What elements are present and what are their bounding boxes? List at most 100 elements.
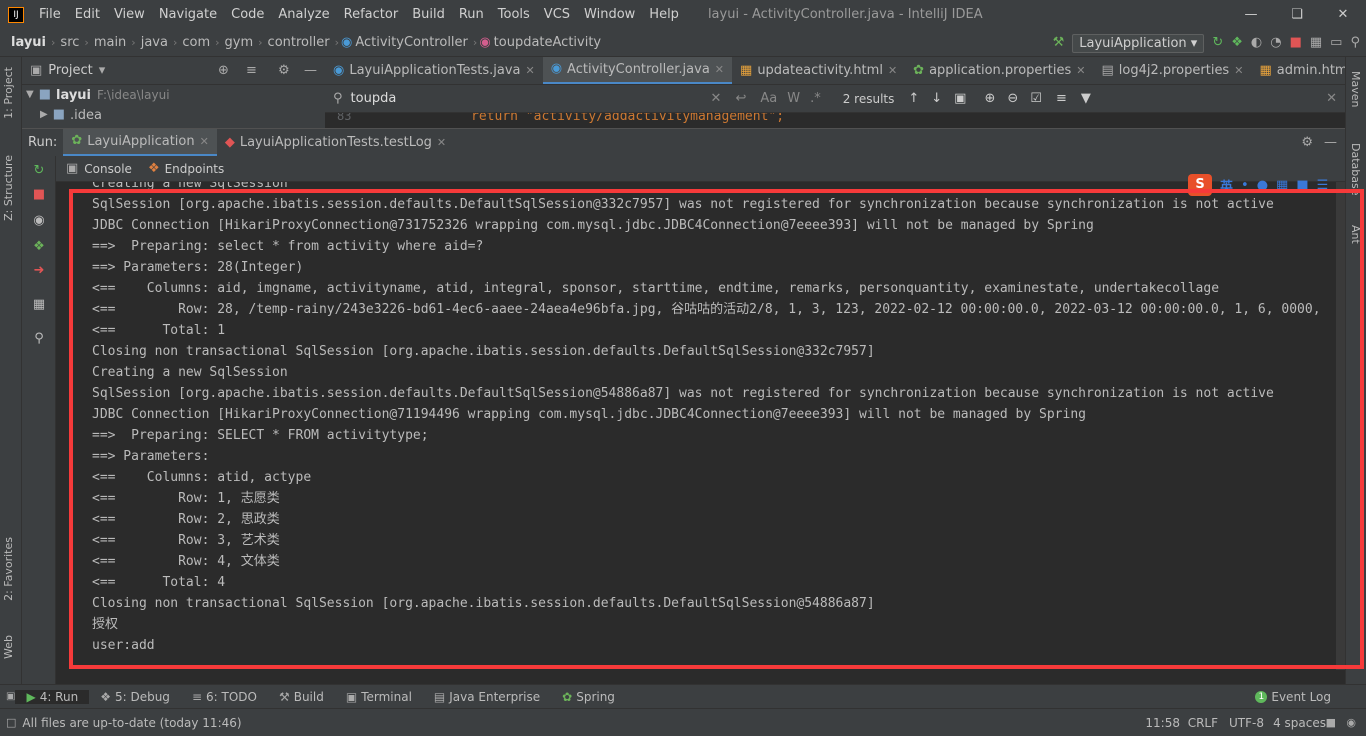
gear-icon[interactable]: ⚙ xyxy=(1301,135,1313,151)
toolwin-spring[interactable]: ✿ Spring xyxy=(551,690,626,704)
editor-tab-tests[interactable]: ◉ LayuiApplicationTests.java ✕ xyxy=(325,57,543,84)
coverage-icon[interactable]: ◐ xyxy=(1251,35,1262,51)
close-icon[interactable]: ✕ xyxy=(1234,64,1243,77)
layout-icon[interactable]: ▦ xyxy=(30,296,48,314)
expand-right-icon[interactable]: ▶ xyxy=(40,107,48,123)
console-horizontal-scrollbar[interactable] xyxy=(56,670,1345,684)
menu-window[interactable]: Window xyxy=(577,7,642,22)
ime-keyboard-icon[interactable]: ▦ xyxy=(1276,178,1288,193)
subtab-endpoints[interactable]: Endpoints xyxy=(165,162,225,176)
menu-run[interactable]: Run xyxy=(452,7,491,22)
stop-icon[interactable]: ■ xyxy=(1290,35,1302,51)
layout-icon[interactable]: ▣ xyxy=(6,689,15,705)
hide-panel-icon[interactable]: — xyxy=(304,63,317,79)
menu-file[interactable]: File xyxy=(32,7,68,22)
menu-analyze[interactable]: Analyze xyxy=(271,7,336,22)
cursor-position[interactable]: 11:58 xyxy=(1139,716,1186,730)
menu-tools[interactable]: Tools xyxy=(491,7,537,22)
minimize-icon[interactable]: — xyxy=(1228,0,1274,29)
indent-setting[interactable]: 4 spaces xyxy=(1267,716,1332,730)
gear-icon[interactable]: ⚙ xyxy=(278,63,290,79)
close-icon[interactable]: ✕ xyxy=(200,135,209,148)
toolwin-run[interactable]: ▶ 4: Run xyxy=(15,689,90,704)
line-separator[interactable]: CRLF xyxy=(1182,716,1224,730)
memory-icon[interactable]: ◉ xyxy=(1346,715,1356,731)
tab-structure[interactable]: Z: Structure xyxy=(2,155,15,221)
collapse-icon[interactable]: ≡ xyxy=(246,63,257,79)
tab-web[interactable]: Web xyxy=(2,635,15,659)
tab-maven[interactable]: Maven xyxy=(1349,71,1362,107)
editor-tab-application-properties[interactable]: ✿ application.properties ✕ xyxy=(905,57,1093,84)
exit-icon[interactable]: ➜ xyxy=(30,262,48,280)
expand-down-icon[interactable]: ▼ xyxy=(26,87,34,103)
chevron-down-icon[interactable]: ▾ xyxy=(99,63,106,79)
editor-tab-log4j2[interactable]: ▤ log4j2.properties ✕ xyxy=(1093,57,1251,84)
editor-tab-updateactivity[interactable]: ▦ updateactivity.html ✕ xyxy=(732,57,905,84)
arrow-up-icon[interactable]: ↑ xyxy=(908,91,919,107)
select-all-occurrences-icon[interactable]: ☑ xyxy=(1030,91,1042,107)
hide-panel-icon[interactable]: — xyxy=(1324,135,1337,151)
breadcrumb-class[interactable]: ActivityController xyxy=(352,35,471,50)
console-output[interactable]: Creating a new SqlSession SqlSession [org… xyxy=(56,182,1345,670)
tree-item-root[interactable]: ▼ ■ layui F:\idea\layui xyxy=(22,85,325,105)
toolwin-debug[interactable]: ❖ 5: Debug xyxy=(89,690,181,704)
toolwin-java-enterprise[interactable]: ▤ Java Enterprise xyxy=(423,690,551,704)
tab-favorites[interactable]: 2: Favorites xyxy=(2,537,15,601)
close-icon[interactable]: ✕ xyxy=(888,64,897,77)
run-tab-layuiapplication[interactable]: ✿ LayuiApplication ✕ xyxy=(63,128,217,157)
breadcrumb-gym[interactable]: gym xyxy=(222,35,257,50)
ime-skin-icon[interactable]: ■ xyxy=(1296,178,1308,193)
camera-icon[interactable]: ◉ xyxy=(30,212,48,230)
find-input[interactable]: toupda xyxy=(351,91,711,106)
breadcrumb-main[interactable]: main xyxy=(91,35,129,50)
tab-project[interactable]: 1: Project xyxy=(2,67,15,119)
editor-tab-activitycontroller[interactable]: ◉ ActivityController.java ✕ xyxy=(542,57,733,84)
status-panel-icon[interactable]: □ xyxy=(6,715,16,731)
subtab-console[interactable]: Console xyxy=(84,162,132,176)
menu-edit[interactable]: Edit xyxy=(68,7,107,22)
locate-icon[interactable]: ⊕ xyxy=(218,63,229,79)
whole-word-button[interactable]: W xyxy=(787,91,800,106)
breadcrumb-java[interactable]: java xyxy=(138,35,171,50)
ime-language-indicator[interactable]: 英 xyxy=(1220,176,1233,195)
ime-punct-icon[interactable]: • xyxy=(1241,178,1249,193)
select-all-icon[interactable]: ▣ xyxy=(954,91,966,107)
breadcrumb-method[interactable]: toupdateActivity xyxy=(491,35,604,50)
file-encoding[interactable]: UTF-8 xyxy=(1223,716,1270,730)
stop-icon[interactable]: ■ xyxy=(30,186,48,204)
run-tab-testlog[interactable]: ◆ LayuiApplicationTests.testLog ✕ xyxy=(217,129,454,157)
menu-navigate[interactable]: Navigate xyxy=(152,7,224,22)
project-header-label[interactable]: Project xyxy=(48,63,92,78)
close-find-icon[interactable]: ✕ xyxy=(1326,91,1337,107)
filter-icon[interactable]: ▼ xyxy=(1081,91,1091,107)
arrow-down-icon[interactable]: ↓ xyxy=(931,91,942,107)
close-icon[interactable]: ✕ xyxy=(715,63,724,76)
project-structure-icon[interactable]: ▦ xyxy=(1310,35,1322,51)
toolwin-todo[interactable]: ≡ 6: TODO xyxy=(181,690,268,704)
console-vertical-scrollbar[interactable] xyxy=(1336,182,1345,670)
search-icon[interactable]: ⚲ xyxy=(1350,35,1360,51)
match-case-button[interactable]: Aa xyxy=(760,91,777,106)
close-icon[interactable]: ✕ xyxy=(1320,0,1366,29)
menu-help[interactable]: Help xyxy=(642,7,686,22)
menu-refactor[interactable]: Refactor xyxy=(337,7,406,22)
toolwin-event-log[interactable]: 1 Event Log xyxy=(1244,690,1342,704)
menu-code[interactable]: Code xyxy=(224,7,271,22)
clear-search-icon[interactable]: ✕ xyxy=(711,91,722,107)
debug-bug-icon[interactable]: ❖ xyxy=(1231,35,1243,51)
menu-vcs[interactable]: VCS xyxy=(537,7,577,22)
sogou-ime-icon[interactable]: S xyxy=(1188,174,1212,196)
breadcrumb-src[interactable]: src xyxy=(57,35,82,50)
breadcrumb-project[interactable]: layui xyxy=(8,35,49,50)
close-icon[interactable]: ✕ xyxy=(1076,64,1085,77)
profile-icon[interactable]: ◔ xyxy=(1270,35,1281,51)
ime-menu-icon[interactable]: ☰ xyxy=(1317,178,1329,193)
toolwin-build[interactable]: ⚒ Build xyxy=(268,690,335,704)
rerun-icon[interactable]: ↻ xyxy=(30,162,48,180)
multiline-icon[interactable]: ≡ xyxy=(1056,91,1067,107)
build-hammer-icon[interactable]: ⚒ xyxy=(1053,35,1065,51)
restore-icon[interactable]: ❏ xyxy=(1274,0,1320,29)
layout-icon[interactable]: ▭ xyxy=(1330,35,1342,51)
editor-tab-admin[interactable]: ▦ admin.html ✕ xyxy=(1251,57,1345,84)
debug-bug-icon[interactable]: ❖ xyxy=(30,238,48,256)
